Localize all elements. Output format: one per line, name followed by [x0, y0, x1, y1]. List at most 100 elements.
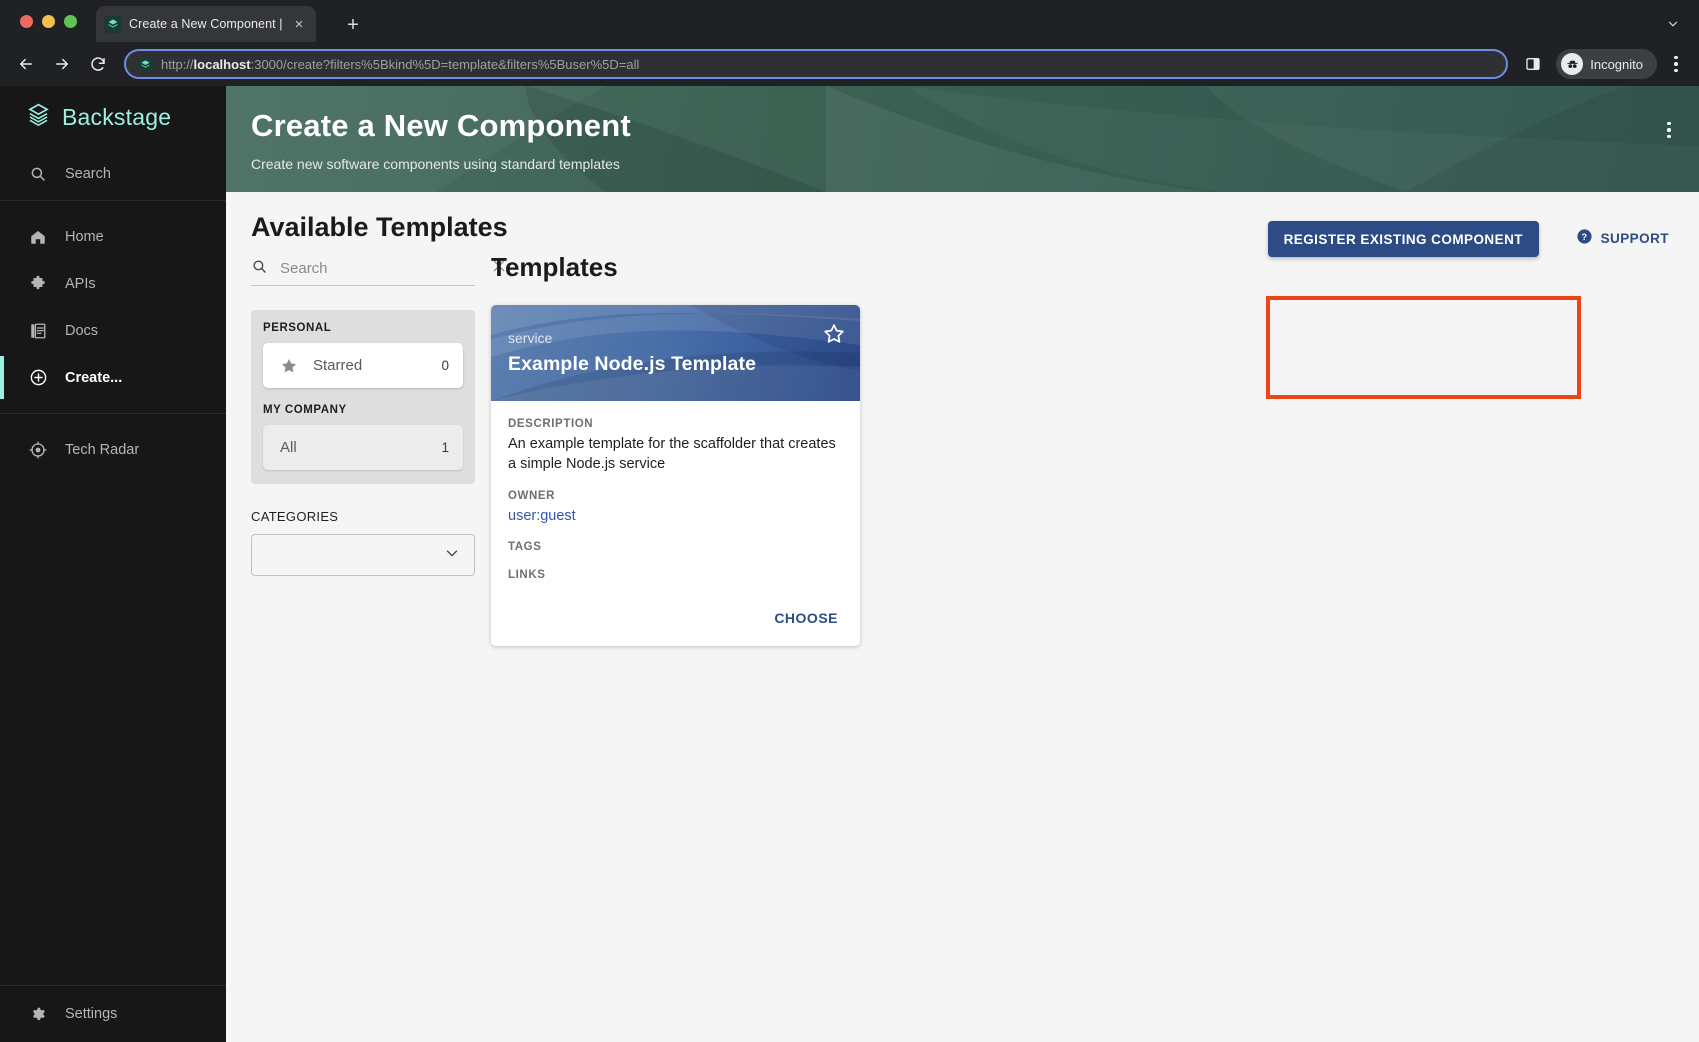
profile-incognito-button[interactable]: Incognito	[1556, 49, 1657, 79]
filter-search-row[interactable]	[251, 252, 505, 286]
chip-spacer	[263, 388, 463, 404]
backstage-favicon	[104, 15, 121, 33]
template-card[interactable]: service Example Node.js Template DESCRIP…	[491, 305, 860, 647]
plus-circle-icon	[28, 368, 48, 388]
profile-label: Incognito	[1590, 56, 1643, 72]
template-card-actions: CHOOSE	[491, 597, 860, 646]
star-filled-icon	[280, 357, 299, 375]
owner-link[interactable]: user:guest	[508, 508, 576, 524]
page-title: Create a New Component	[251, 108, 631, 143]
search-input[interactable]	[280, 260, 479, 277]
brand-name: Backstage	[62, 103, 172, 130]
docs-icon	[28, 321, 48, 341]
filters-panel: PERSONAL Starred 0 MY COMPANY	[226, 252, 505, 1042]
sidebar-item-docs[interactable]: Docs	[0, 307, 226, 354]
star-outline-icon[interactable]	[821, 321, 847, 347]
field-description: DESCRIPTION An example template for the …	[508, 418, 843, 474]
field-owner: OWNER user:guest	[508, 490, 843, 525]
template-kind: service	[508, 330, 553, 346]
home-icon	[28, 227, 48, 247]
sidebar-item-label: Create...	[65, 369, 123, 386]
field-links: LINKS	[508, 569, 843, 581]
filter-option-label: Starred	[313, 357, 363, 374]
filter-groups-card: PERSONAL Starred 0 MY COMPANY All 1	[251, 310, 475, 484]
radar-icon	[28, 440, 48, 460]
app-content: Create a New Component Create new softwa…	[226, 86, 1699, 1042]
sidebar-item-create[interactable]: Create...	[0, 354, 226, 401]
categories-select[interactable]	[251, 534, 475, 576]
puzzle-icon	[28, 274, 48, 294]
minimize-window-button[interactable]	[42, 15, 55, 28]
chevron-down-icon	[443, 544, 461, 567]
reload-button[interactable]	[82, 48, 114, 80]
browser-tab[interactable]: Create a New Component | Tem ×	[96, 6, 316, 42]
field-label: DESCRIPTION	[508, 418, 594, 430]
sidebar-item-tech-radar[interactable]: Tech Radar	[0, 426, 226, 473]
svg-text:?: ?	[1581, 232, 1587, 242]
search-icon	[251, 258, 268, 280]
forward-button[interactable]	[46, 48, 78, 80]
filter-group-label-my-company: MY COMPANY	[263, 404, 347, 416]
url-path: :3000/create?filters%5Bkind%5D=template&…	[250, 56, 640, 72]
template-card-body: DESCRIPTION An example template for the …	[491, 401, 860, 581]
content-body: Available Templates REGISTER EXISTING CO…	[226, 192, 1699, 1042]
backstage-logo[interactable]: Backstage	[0, 86, 226, 148]
support-label: SUPPORT	[1600, 230, 1669, 246]
templates-layout: PERSONAL Starred 0 MY COMPANY	[226, 252, 1699, 1042]
template-title: Example Node.js Template	[508, 353, 757, 375]
sidebar-item-search[interactable]: Search	[0, 148, 226, 200]
template-card-header: service Example Node.js Template	[491, 305, 860, 401]
sidebar-search-label: Search	[65, 166, 111, 182]
kebab-menu-icon	[1667, 121, 1671, 139]
page-header-banner: Create a New Component Create new softwa…	[226, 86, 1699, 192]
support-button[interactable]: ? SUPPORT	[1576, 228, 1669, 248]
address-bar-url: http://localhost:3000/create?filters%5Bk…	[161, 57, 639, 72]
maximize-window-button[interactable]	[64, 15, 77, 28]
templates-column: Templates service Example Node.js Templa…	[475, 252, 1699, 1042]
new-tab-button[interactable]: +	[340, 12, 366, 38]
backstage-logo-icon	[26, 102, 51, 132]
backstage-app: Backstage Search Home APIs Docs Create..…	[0, 86, 1699, 1042]
window-controls[interactable]	[20, 15, 77, 28]
header-kebab-menu-button[interactable]	[1657, 118, 1681, 142]
filter-option-count: 1	[441, 440, 449, 455]
search-icon	[28, 164, 48, 184]
browser-toolbar: http://localhost:3000/create?filters%5Bk…	[0, 42, 1699, 86]
sidebar-item-label: Home	[65, 228, 104, 245]
available-templates-title: Available Templates	[251, 212, 508, 242]
url-scheme: http://	[161, 56, 194, 72]
address-bar[interactable]: http://localhost:3000/create?filters%5Bk…	[124, 49, 1509, 79]
chevron-down-icon[interactable]	[1661, 12, 1685, 36]
incognito-icon	[1561, 53, 1584, 75]
field-value: An example template for the scaffolder t…	[508, 436, 836, 472]
browser-window: Create a New Component | Tem × + http://…	[0, 0, 1699, 1042]
sidebar-item-label: APIs	[65, 275, 96, 292]
field-label: TAGS	[508, 541, 542, 554]
browser-tab-strip: Create a New Component | Tem × +	[0, 0, 1699, 42]
help-circle-icon: ?	[1576, 228, 1593, 248]
sidebar-extra-group: Tech Radar	[0, 414, 226, 485]
back-button[interactable]	[10, 48, 42, 80]
choose-button[interactable]: CHOOSE	[765, 603, 847, 633]
side-panel-icon[interactable]	[1520, 51, 1546, 77]
categories-label: CATEGORIES	[251, 509, 339, 524]
templates-heading: Templates	[491, 252, 618, 282]
site-favicon-icon	[138, 56, 153, 72]
field-label: OWNER	[508, 490, 556, 503]
sidebar-nav-group: Home APIs Docs Create...	[0, 201, 226, 413]
sidebar-item-home[interactable]: Home	[0, 213, 226, 260]
sidebar-item-settings[interactable]: Settings	[0, 986, 226, 1042]
browser-tab-title: Create a New Component | Tem	[129, 17, 282, 31]
gear-icon	[28, 1004, 48, 1024]
filter-option-all[interactable]: All 1	[263, 425, 463, 470]
close-window-button[interactable]	[20, 15, 33, 28]
kebab-menu-icon	[1674, 55, 1678, 73]
browser-menu-button[interactable]	[1663, 48, 1689, 80]
filter-option-starred[interactable]: Starred 0	[263, 343, 463, 388]
sidebar-settings-label: Settings	[65, 1006, 118, 1022]
sidebar-item-label: Docs	[65, 322, 99, 339]
close-tab-button[interactable]: ×	[290, 15, 308, 33]
filter-group-label-personal: PERSONAL	[263, 322, 332, 334]
sidebar-item-apis[interactable]: APIs	[0, 260, 226, 307]
